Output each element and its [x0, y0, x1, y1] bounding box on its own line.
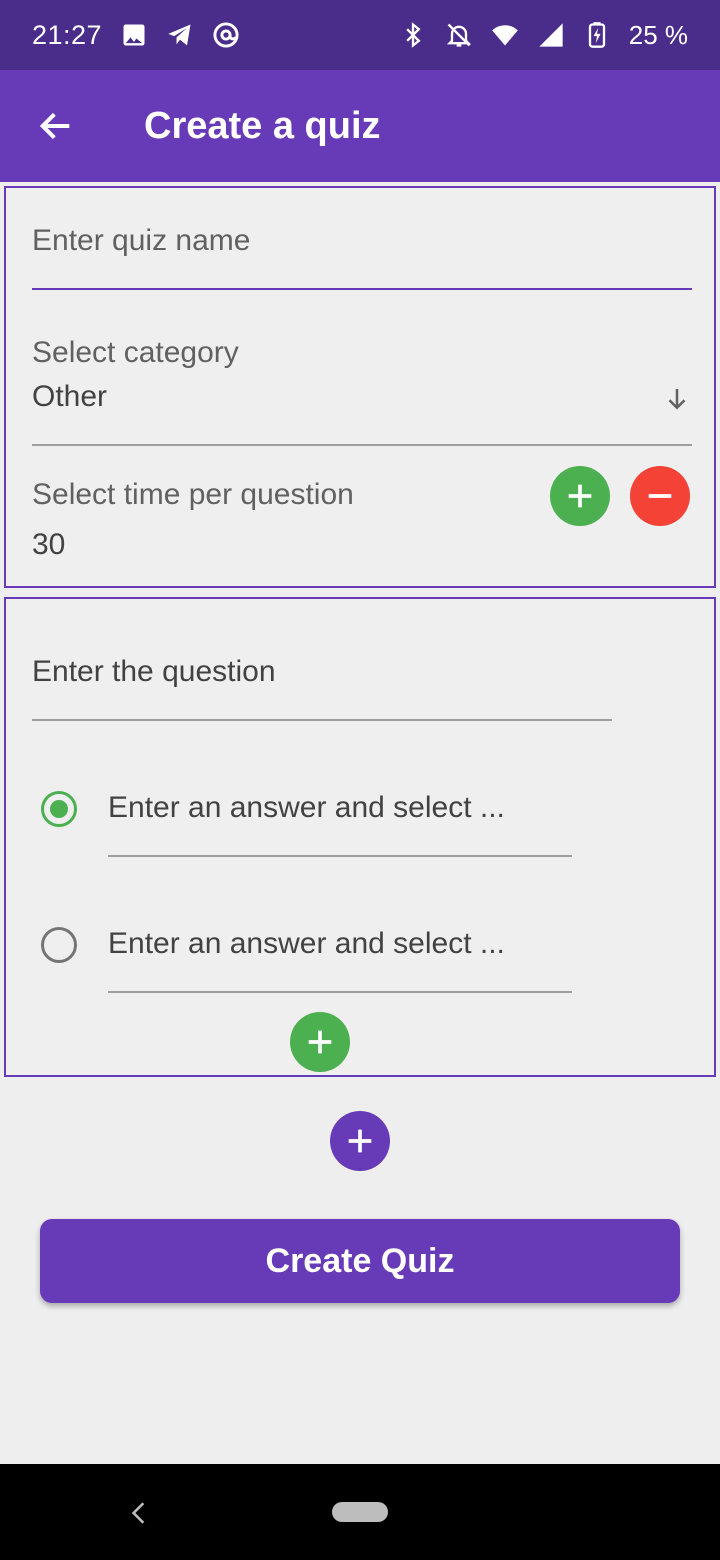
add-answer-button[interactable]	[290, 1012, 350, 1072]
app-bar: Create a quiz	[0, 70, 720, 182]
time-label: Select time per question	[32, 478, 354, 511]
battery-percentage: 25 %	[628, 19, 688, 50]
nav-back-icon[interactable]	[126, 1498, 152, 1528]
answer-radio-2[interactable]	[41, 927, 77, 963]
status-bar: 21:27 25 %	[0, 0, 720, 70]
question-underline	[32, 719, 612, 721]
status-left: 21:27	[32, 20, 240, 51]
plus-icon	[308, 1030, 332, 1054]
decrease-time-button[interactable]	[630, 466, 690, 526]
increase-time-button[interactable]	[550, 466, 610, 526]
add-question-button[interactable]	[330, 1111, 390, 1171]
image-icon	[120, 21, 148, 49]
quiz-name-input[interactable]: Enter quiz name	[32, 224, 250, 258]
bluetooth-icon	[399, 21, 427, 49]
category-label: Select category	[32, 336, 239, 369]
answer-radio-1[interactable]	[41, 791, 77, 827]
battery-charging-icon	[583, 21, 611, 49]
nav-home-pill[interactable]	[332, 1502, 388, 1522]
answer-input-1[interactable]: Enter an answer and select ...	[108, 791, 505, 825]
arrow-left-icon	[39, 112, 70, 140]
telegram-icon	[166, 21, 194, 49]
minus-icon	[648, 494, 672, 498]
category-underline	[32, 444, 692, 446]
plus-icon	[568, 484, 592, 508]
answer-underline-1	[108, 855, 572, 857]
signal-icon	[537, 21, 565, 49]
question-card: Enter the question Enter an answer and s…	[4, 597, 716, 1077]
wifi-icon	[491, 21, 519, 49]
at-sign-icon	[212, 21, 240, 49]
quiz-name-underline	[32, 288, 692, 290]
answer-input-2[interactable]: Enter an answer and select ...	[108, 927, 505, 961]
quiz-settings-card: Enter quiz name Select category Other Se…	[4, 186, 716, 588]
back-button[interactable]	[0, 70, 112, 182]
category-select[interactable]: Other	[32, 380, 107, 414]
status-time: 21:27	[32, 19, 103, 50]
status-right: 25 %	[399, 20, 688, 51]
time-value: 30	[32, 528, 66, 561]
create-quiz-button[interactable]: Create Quiz	[40, 1219, 680, 1303]
bell-off-icon	[445, 21, 473, 49]
question-input[interactable]: Enter the question	[32, 655, 276, 689]
plus-icon	[348, 1129, 372, 1153]
page-title: Create a quiz	[144, 104, 381, 147]
arrow-down-icon[interactable]	[662, 384, 692, 414]
answer-underline-2	[108, 991, 572, 993]
